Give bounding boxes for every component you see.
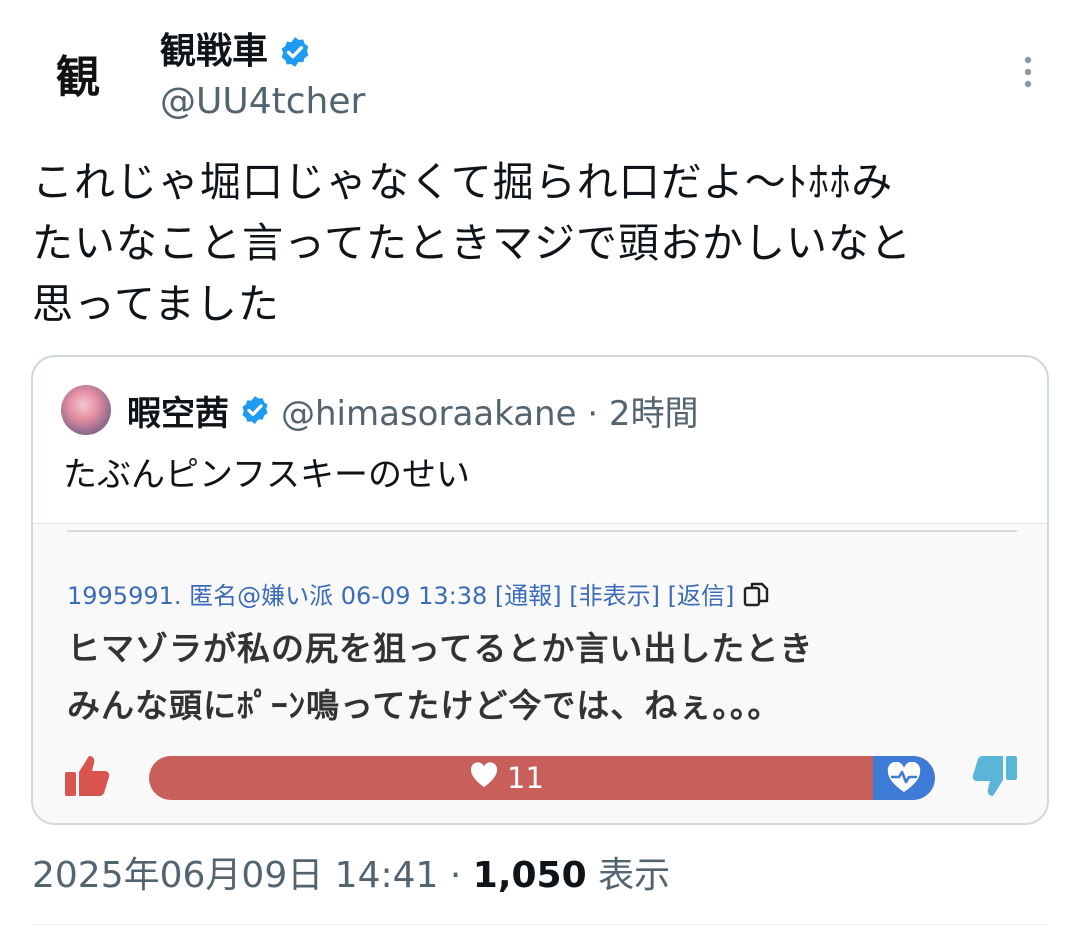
tweet-text-line: これじゃ堀口じゃなくて掘られ口だよ〜ﾄﾎﾎみ xyxy=(32,158,894,206)
tweet-timestamp[interactable]: 2025年06月09日 14:41 · xyxy=(32,855,473,896)
divider xyxy=(32,924,1048,925)
author-handle[interactable]: @UU4tcher xyxy=(160,82,365,122)
author-display-name[interactable]: 観戦車 xyxy=(160,32,268,72)
author-avatar-glyph: 観 xyxy=(56,52,100,103)
quote-image[interactable]: 1995991. 匿名@嫌い派 06-09 13:38 [通報] [非表示] [… xyxy=(33,523,1047,823)
quote-text: たぶんピンフスキーのせい xyxy=(63,455,470,495)
quote-author-avatar xyxy=(61,385,111,435)
image-divider xyxy=(67,530,1017,532)
tweet-text: これじゃ堀口じゃなくて掘られ口だよ〜ﾄﾎﾎみ たいなこと言ってたときマジで頭おか… xyxy=(32,152,1048,335)
author-avatar[interactable]: 観 xyxy=(44,44,112,112)
thumbs-down-icon xyxy=(969,750,1021,802)
quote-author-name: 暇空茜 xyxy=(127,393,229,434)
quote-tweet-card[interactable]: 暇空茜 @himasoraakane · 2時間 たぶんピンフスキーのせい 19… xyxy=(31,355,1049,825)
quote-header: 暇空茜 @himasoraakane · 2時間 xyxy=(61,385,699,435)
image-post-meta-text: 1995991. 匿名@嫌い派 06-09 13:38 [通報] [非表示] [… xyxy=(67,582,735,610)
like-count-group: 11 xyxy=(469,756,544,800)
author-name-row: 観戦車 xyxy=(160,32,312,72)
tweet-text-line: たいなこと言ってたときマジで頭おかしいなと xyxy=(32,219,912,267)
thumbs-up-icon xyxy=(61,750,113,802)
views-count: 1,050 xyxy=(472,855,587,896)
image-post-meta: 1995991. 匿名@嫌い派 06-09 13:38 [通報] [非表示] [… xyxy=(67,576,772,611)
image-post-line: みんな頭にﾎﾟｰﾝ鳴ってたけど今では、ねぇ。。。 xyxy=(67,686,782,725)
heartbeat-icon xyxy=(873,756,935,800)
tweet-text-line: 思ってました xyxy=(32,280,280,328)
views-label: 表示 xyxy=(586,855,671,896)
heart-icon xyxy=(469,761,499,795)
verified-badge-icon xyxy=(278,35,312,69)
more-options-icon[interactable] xyxy=(1008,52,1048,92)
verified-badge-icon xyxy=(239,394,271,426)
copy-icon xyxy=(742,580,772,608)
image-post-line: ヒマゾラが私の尻を狙ってるとか言い出したとき xyxy=(67,629,814,668)
like-count: 11 xyxy=(507,761,544,795)
image-post-body: ヒマゾラが私の尻を狙ってるとか言い出したとき みんな頭にﾎﾟｰﾝ鳴ってたけど今で… xyxy=(67,620,813,734)
tweet-header: 観 観戦車 @UU4tcher xyxy=(32,22,1048,132)
quote-author-handle-time: @himasoraakane · 2時間 xyxy=(281,393,699,434)
tweet-footer: 2025年06月09日 14:41 · 1,050 表示 xyxy=(32,846,670,898)
like-bar: 11 xyxy=(149,756,935,800)
